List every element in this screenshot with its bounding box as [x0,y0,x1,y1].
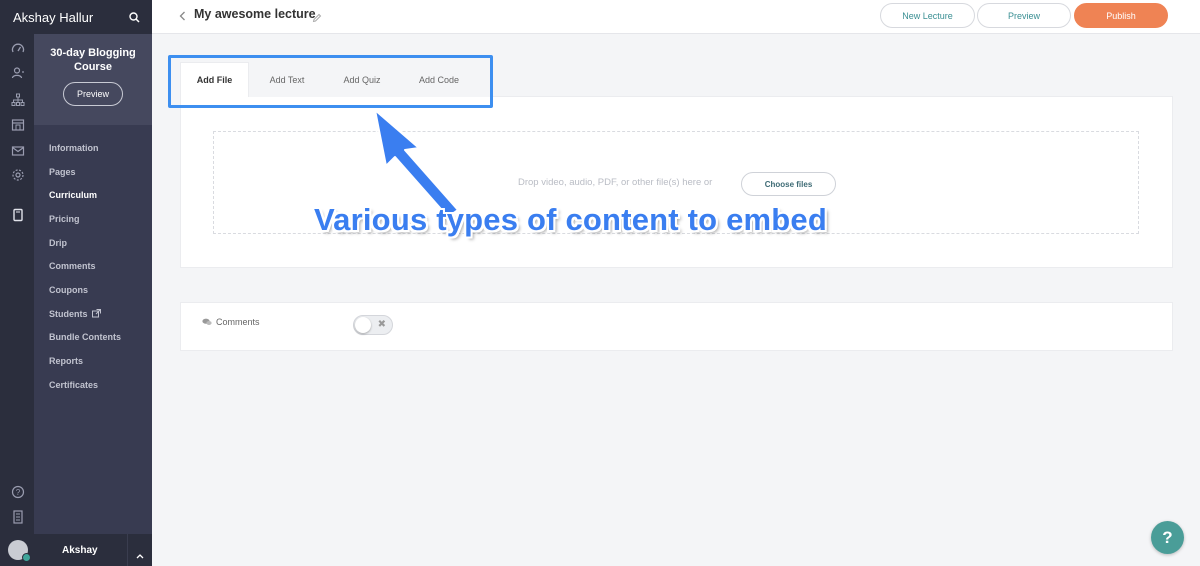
nav-item-pages[interactable]: Pages [34,160,152,184]
nav-item-information[interactable]: Information [34,136,152,160]
users-icon[interactable] [10,65,25,80]
nav-item-curriculum[interactable]: Curriculum [34,183,152,207]
course-title: 30-day Blogging Course [50,47,136,73]
annotation-highlight-box [168,55,493,108]
calculator-icon[interactable] [10,509,25,524]
preview-button[interactable]: Preview [977,3,1071,28]
drop-zone-text: Drop video, audio, PDF, or other file(s)… [518,177,713,188]
store-icon[interactable] [10,117,25,132]
svg-text:?: ? [15,488,20,497]
nav-item-drip[interactable]: Drip [34,231,152,255]
nav-item-coupons[interactable]: Coupons [34,278,152,302]
help-icon[interactable]: ? [10,484,25,499]
school-owner-name[interactable]: Akshay Hallur [13,10,93,25]
chevron-up-icon[interactable] [136,546,144,564]
nav-item-bundle-contents[interactable]: Bundle Contents [34,326,152,350]
user-bar[interactable]: Akshay [0,534,152,566]
search-icon[interactable] [129,11,140,23]
new-lecture-button[interactable]: New Lecture [880,3,975,28]
external-link-icon [91,309,101,318]
nav-item-reports[interactable]: Reports [34,349,152,373]
settings-icon[interactable] [10,167,25,182]
bottom-user-name: Akshay [62,544,98,556]
dashboard-icon[interactable] [10,41,25,56]
lecture-header: My awesome lecture New Lecture Preview P… [152,0,1200,34]
nav-item-comments[interactable]: Comments [34,254,152,278]
course-preview-button[interactable]: Preview [63,82,123,106]
sidebar-header: Akshay Hallur [0,0,152,34]
help-chat-button[interactable]: ? [1151,521,1184,554]
toggle-knob [355,317,371,333]
nav-item-pricing[interactable]: Pricing [34,207,152,231]
avatar [8,540,31,562]
mail-icon[interactable] [10,143,25,158]
comments-setting: Comments [202,317,260,327]
lecture-title[interactable]: My awesome lecture [194,7,316,21]
course-header: 30-day Blogging Course Preview [34,34,152,125]
nav-item-students[interactable]: Students [34,302,152,326]
nav-item-students-label: Students [49,308,88,319]
chat-icon [202,318,212,326]
close-icon: ✖ [377,319,386,330]
sitemap-icon[interactable] [10,92,25,107]
publish-button[interactable]: Publish [1074,3,1168,28]
course-panel: 30-day Blogging Course Preview Informati… [34,34,152,534]
course-nav: Information Pages Curriculum Pricing Dri… [34,125,152,397]
pencil-icon[interactable] [312,10,322,28]
annotation-callout: Various types of content to embed [314,202,828,237]
icon-rail: ? [0,34,34,566]
comments-card [180,302,1173,351]
notification-badge [22,553,31,562]
choose-files-button[interactable]: Choose files [741,172,836,196]
divider [127,534,128,566]
back-chevron-icon[interactable] [179,9,186,27]
book-icon[interactable] [10,207,25,222]
comments-toggle[interactable]: ✖ [353,315,393,335]
comments-label: Comments [216,317,260,327]
nav-item-certificates[interactable]: Certificates [34,373,152,397]
